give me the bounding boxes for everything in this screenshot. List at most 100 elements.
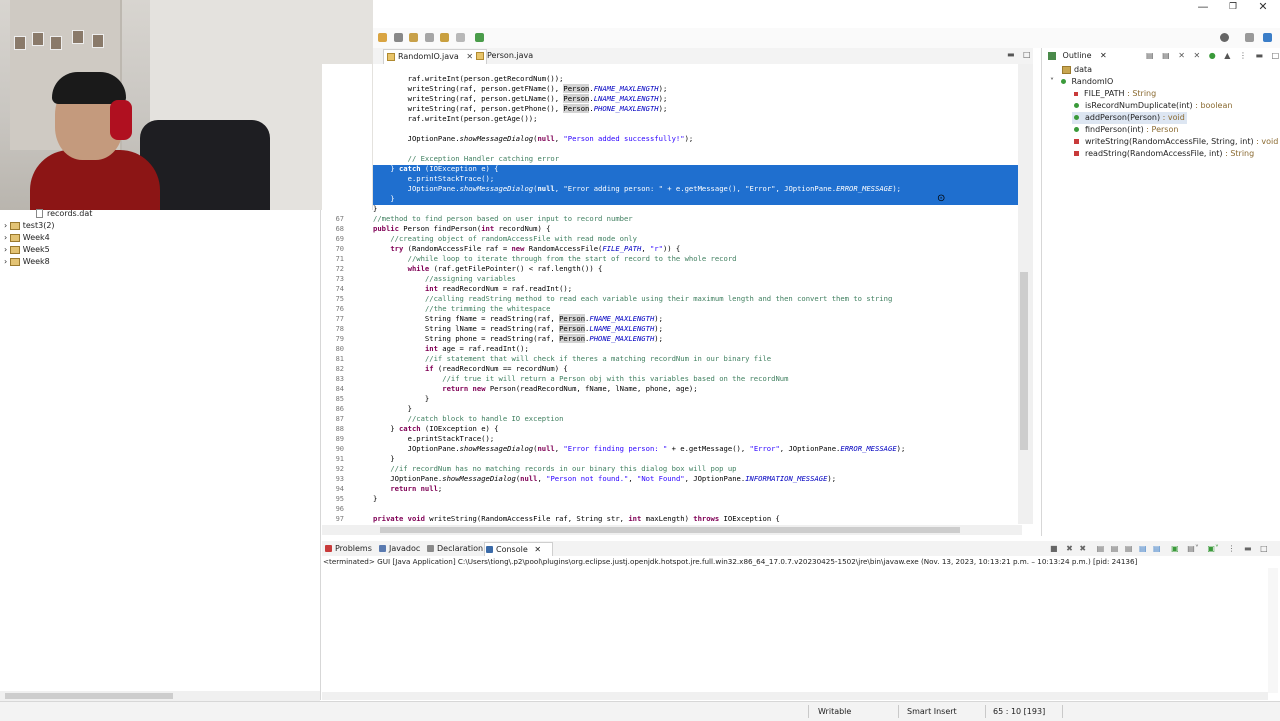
line-number: 82 xyxy=(335,365,344,373)
outline-item-method-selected[interactable]: addPerson(Person) : void xyxy=(1072,112,1187,124)
outline-item-type: : void xyxy=(1160,113,1185,122)
line-number: 73 xyxy=(335,275,344,283)
console-output[interactable] xyxy=(322,556,1280,701)
new-console-icon[interactable]: ▣˅ xyxy=(1207,544,1219,553)
outline-item-method[interactable]: readString(RandomAccessFile, int) : Stri… xyxy=(1074,148,1254,160)
remove-launch-icon[interactable]: ✖ xyxy=(1066,544,1073,553)
open-type-icon[interactable] xyxy=(409,33,419,42)
outline-item-type: : void xyxy=(1253,137,1279,146)
explorer-item-file[interactable]: records.dat xyxy=(36,208,92,220)
hide-fields-icon[interactable]: ✕ xyxy=(1178,51,1185,60)
terminate-icon[interactable]: ■ xyxy=(1050,544,1058,553)
tab-label: Declaration xyxy=(437,544,484,553)
line-number xyxy=(322,94,344,104)
explorer-item-project[interactable]: › Week4 xyxy=(4,232,50,244)
remove-all-icon[interactable]: ✖ xyxy=(1079,544,1086,553)
outline-item-method[interactable]: writeString(RandomAccessFile, String, in… xyxy=(1074,136,1278,148)
status-writable: Writable xyxy=(818,707,852,716)
view-menu-icon[interactable]: ▤˅ xyxy=(1187,544,1199,553)
chevron-right-icon[interactable]: › xyxy=(4,221,7,230)
minimize-view-icon[interactable]: ▬ xyxy=(1244,544,1252,553)
status-insert-mode[interactable]: Smart Insert xyxy=(907,707,957,716)
search-toolbar-icon[interactable] xyxy=(424,33,434,42)
java-perspective-icon[interactable] xyxy=(1263,33,1272,42)
project-folder-icon xyxy=(9,233,20,242)
display-console-icon[interactable]: ▤ xyxy=(1153,544,1161,553)
line-number: 75 xyxy=(335,295,344,303)
scroll-lock-icon[interactable]: ▤ xyxy=(1111,544,1119,553)
view-menu-icon[interactable]: ⋮ xyxy=(1227,544,1235,553)
outline-item-label: readString(RandomAccessFile, int) xyxy=(1085,149,1223,158)
hide-static-icon[interactable]: ✕ xyxy=(1193,51,1200,60)
minimize-icon[interactable]: — xyxy=(1188,0,1218,14)
tab-person-java[interactable]: Person.java xyxy=(473,49,557,63)
code-editor[interactable]: raf.writeInt(person.getRecordNum()); wri… xyxy=(373,64,1018,524)
maximize-view-icon[interactable]: □ xyxy=(1260,544,1268,553)
code-line: return null; xyxy=(390,484,443,493)
code-line: private void writeString(RandomAccessFil… xyxy=(373,514,780,523)
tab-declaration[interactable]: Declaration xyxy=(426,542,483,555)
maximize-view-icon[interactable]: □ xyxy=(1023,50,1031,59)
explorer-item-project[interactable]: › Week8 xyxy=(4,256,50,268)
collapse-all-icon[interactable]: ▤ xyxy=(1146,51,1154,60)
maximize-view-icon[interactable]: □ xyxy=(1272,51,1280,60)
search-icon[interactable] xyxy=(1220,33,1229,42)
hide-nonpublic-icon[interactable]: ● xyxy=(1209,51,1216,60)
window-close-icon[interactable]: ✕ xyxy=(1248,0,1278,14)
outline-item-field[interactable]: FILE_PATH : String xyxy=(1074,88,1156,100)
clear-console-icon[interactable]: ▤ xyxy=(1097,544,1105,553)
console-horizontal-scrollbar[interactable] xyxy=(322,692,1268,700)
pin-console-icon[interactable]: ▤ xyxy=(1139,544,1147,553)
outline-tab[interactable]: Outline ✕ xyxy=(1048,50,1107,62)
tab-problems[interactable]: Problems xyxy=(324,542,372,555)
outline-toolbar: ▤ ▤ ✕ ✕ ● ▲ ⋮ ▬ □ xyxy=(1146,50,1279,62)
line-number: 70 xyxy=(335,245,344,253)
outline-item-method[interactable]: findPerson(int) : Person xyxy=(1074,124,1178,136)
close-outline-icon[interactable]: ✕ xyxy=(1100,51,1107,60)
explorer-item-project[interactable]: › Week5 xyxy=(4,244,50,256)
word-wrap-icon[interactable]: ▤ xyxy=(1125,544,1133,553)
open-console-icon[interactable]: ▣ xyxy=(1171,544,1179,553)
javadoc-icon xyxy=(379,545,386,552)
outline-item-method[interactable]: isRecordNumDuplicate(int) : boolean xyxy=(1074,100,1232,112)
line-number: 81 xyxy=(335,355,344,363)
hide-local-types-icon[interactable]: ▲ xyxy=(1224,51,1230,60)
tab-console[interactable]: Console ✕ xyxy=(484,542,553,556)
sort-icon[interactable]: ▤ xyxy=(1162,51,1170,60)
code-line: if (readRecordNum == recordNum) { xyxy=(424,364,568,373)
code-line: raf.writeInt(person.getRecordNum()); xyxy=(373,74,564,83)
tab-javadoc[interactable]: Javadoc xyxy=(378,542,420,555)
code-line: e.printStackTrace(); xyxy=(373,434,495,443)
tab-label: Problems xyxy=(335,544,372,553)
forward-icon[interactable] xyxy=(455,33,465,42)
outline-item-type: : boolean xyxy=(1192,101,1233,110)
line-number xyxy=(322,84,344,94)
pin-editor-icon[interactable] xyxy=(475,33,485,42)
chevron-right-icon[interactable]: › xyxy=(4,245,7,254)
chevron-down-icon[interactable]: ˅ xyxy=(1050,77,1054,86)
outline-title: Outline xyxy=(1062,51,1092,60)
editor-horizontal-scroll-thumb[interactable] xyxy=(380,527,960,533)
close-tab-icon[interactable]: ✕ xyxy=(466,52,473,61)
chevron-right-icon[interactable]: › xyxy=(4,233,7,242)
back-icon[interactable] xyxy=(440,33,450,42)
line-number: 91 xyxy=(335,455,344,463)
explorer-item-project[interactable]: › test3(2) xyxy=(4,220,55,232)
outline-item-class[interactable]: ˅ RandomIO xyxy=(1050,76,1113,88)
perspective-icon[interactable] xyxy=(1245,33,1254,42)
run-icon[interactable] xyxy=(393,33,403,42)
minimize-view-icon[interactable]: ▬ xyxy=(1007,50,1015,59)
outline-item-package[interactable]: data xyxy=(1062,64,1092,76)
java-file-icon xyxy=(476,52,484,60)
minimize-view-icon[interactable]: ▬ xyxy=(1256,51,1264,60)
chevron-right-icon[interactable]: › xyxy=(4,257,7,266)
debug-icon[interactable] xyxy=(378,33,387,42)
code-line: } xyxy=(373,204,378,213)
editor-vertical-scroll-thumb[interactable] xyxy=(1020,272,1028,450)
explorer-horizontal-scroll-thumb[interactable] xyxy=(5,693,173,699)
tab-randomio-java[interactable]: RandomIO.java ✕ xyxy=(383,49,487,64)
view-menu-icon[interactable]: ⋮ xyxy=(1239,51,1247,60)
close-tab-icon[interactable]: ✕ xyxy=(534,545,541,554)
restore-icon[interactable]: ❐ xyxy=(1218,0,1248,14)
console-vertical-scrollbar[interactable] xyxy=(1268,568,1278,693)
